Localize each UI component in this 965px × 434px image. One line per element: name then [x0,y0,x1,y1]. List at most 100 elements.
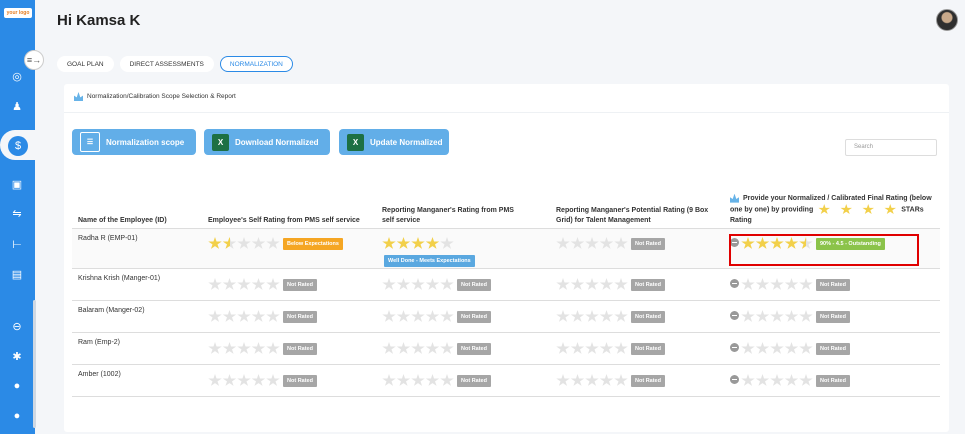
star-icon[interactable] [222,278,237,290]
star-icon[interactable] [599,278,614,290]
star-icon[interactable] [784,374,799,386]
star-icon[interactable] [570,278,585,290]
manager-rating-stars[interactable] [382,310,455,323]
star-icon[interactable] [585,237,599,249]
normalization-scope-button[interactable]: ☰ Normalization scope [72,129,196,155]
sidebar-scrollbar[interactable] [33,300,36,428]
star-icon[interactable] [599,237,614,249]
star-icon[interactable] [222,374,237,386]
star-icon[interactable] [237,237,251,249]
calendar-icon[interactable]: ▣ [9,176,25,192]
star-icon[interactable] [251,374,266,386]
star-icon[interactable] [237,278,251,290]
star-icon[interactable] [784,278,799,290]
manager-rating-stars[interactable] [382,278,455,291]
star-icon[interactable] [411,237,425,249]
star-icon[interactable] [208,310,222,322]
star-icon[interactable] [237,342,251,354]
self-rating-stars[interactable] [208,237,281,250]
star-icon[interactable] [585,278,599,290]
star-icon[interactable] [799,278,813,290]
star-icon[interactable] [614,310,628,322]
star-icon[interactable] [755,278,770,290]
potential-rating-stars[interactable] [556,342,629,355]
team-icon[interactable]: ♟ [9,98,25,114]
star-icon[interactable] [411,342,425,354]
star-icon[interactable] [425,237,440,249]
star-icon[interactable] [570,342,585,354]
star-icon[interactable] [396,278,411,290]
star-icon[interactable] [755,342,770,354]
hierarchy-icon[interactable]: ⊢ [9,236,25,252]
star-icon[interactable] [251,310,266,322]
user-icon[interactable]: ● [9,378,25,394]
star-icon[interactable] [599,342,614,354]
clear-rating-icon[interactable] [730,311,739,320]
star-icon[interactable] [208,374,222,386]
star-icon[interactable] [570,237,585,249]
manager-rating-stars[interactable] [382,237,455,250]
star-icon[interactable] [237,310,251,322]
star-icon[interactable] [741,310,755,322]
star-icon[interactable] [425,342,440,354]
final-rating-stars[interactable] [741,374,814,387]
self-rating-stars[interactable] [208,374,281,387]
star-icon[interactable] [396,374,411,386]
star-icon[interactable] [208,237,222,249]
link-icon[interactable]: ⊖ [9,318,25,334]
star-icon[interactable] [556,237,570,249]
star-icon[interactable] [382,342,396,354]
star-icon[interactable] [425,374,440,386]
star-icon[interactable] [556,310,570,322]
self-rating-stars[interactable] [208,342,281,355]
star-icon[interactable] [556,342,570,354]
manager-rating-stars[interactable] [382,374,455,387]
self-rating-stars[interactable] [208,278,281,291]
star-icon[interactable] [222,237,237,249]
potential-rating-stars[interactable] [556,374,629,387]
manager-rating-stars[interactable] [382,342,455,355]
star-icon[interactable] [396,342,411,354]
star-icon[interactable] [755,310,770,322]
tab-direct-assessments[interactable]: DIRECT ASSESSMENTS [119,56,214,72]
final-rating-stars[interactable] [741,310,814,323]
star-icon[interactable] [440,342,454,354]
star-icon[interactable] [440,374,454,386]
download-normalized-button[interactable]: X Download Normalized [204,129,330,155]
star-icon[interactable] [396,310,411,322]
tab-normalization[interactable]: NORMALIZATION [219,56,293,72]
star-icon[interactable] [440,237,454,249]
self-rating-stars[interactable] [208,310,281,323]
star-icon[interactable] [770,278,784,290]
potential-rating-stars[interactable] [556,310,629,323]
star-icon[interactable] [251,237,266,249]
star-icon[interactable] [799,374,813,386]
star-icon[interactable] [614,342,628,354]
star-icon[interactable] [266,374,280,386]
star-icon[interactable] [266,237,280,249]
handshake-icon[interactable]: ⇋ [9,205,25,221]
star-icon[interactable] [599,374,614,386]
star-icon[interactable] [585,374,599,386]
star-icon[interactable] [799,342,813,354]
star-icon[interactable] [784,310,799,322]
star-icon[interactable] [411,310,425,322]
star-icon[interactable] [784,342,799,354]
star-icon[interactable] [741,278,755,290]
star-icon[interactable] [266,342,280,354]
normalization-nav-icon[interactable]: $ [8,136,28,156]
star-icon[interactable] [570,310,585,322]
star-icon[interactable] [411,374,425,386]
star-icon[interactable] [614,374,628,386]
star-icon[interactable] [382,310,396,322]
star-icon[interactable] [425,278,440,290]
star-icon[interactable] [556,278,570,290]
star-icon[interactable] [208,342,222,354]
avatar[interactable] [936,9,958,31]
star-icon[interactable] [222,342,237,354]
sidebar-toggle-icon[interactable]: ≡→ [24,50,44,70]
star-icon[interactable] [770,374,784,386]
star-icon[interactable] [222,310,237,322]
star-icon[interactable] [266,310,280,322]
tab-goal-plan[interactable]: GOAL PLAN [57,56,114,72]
